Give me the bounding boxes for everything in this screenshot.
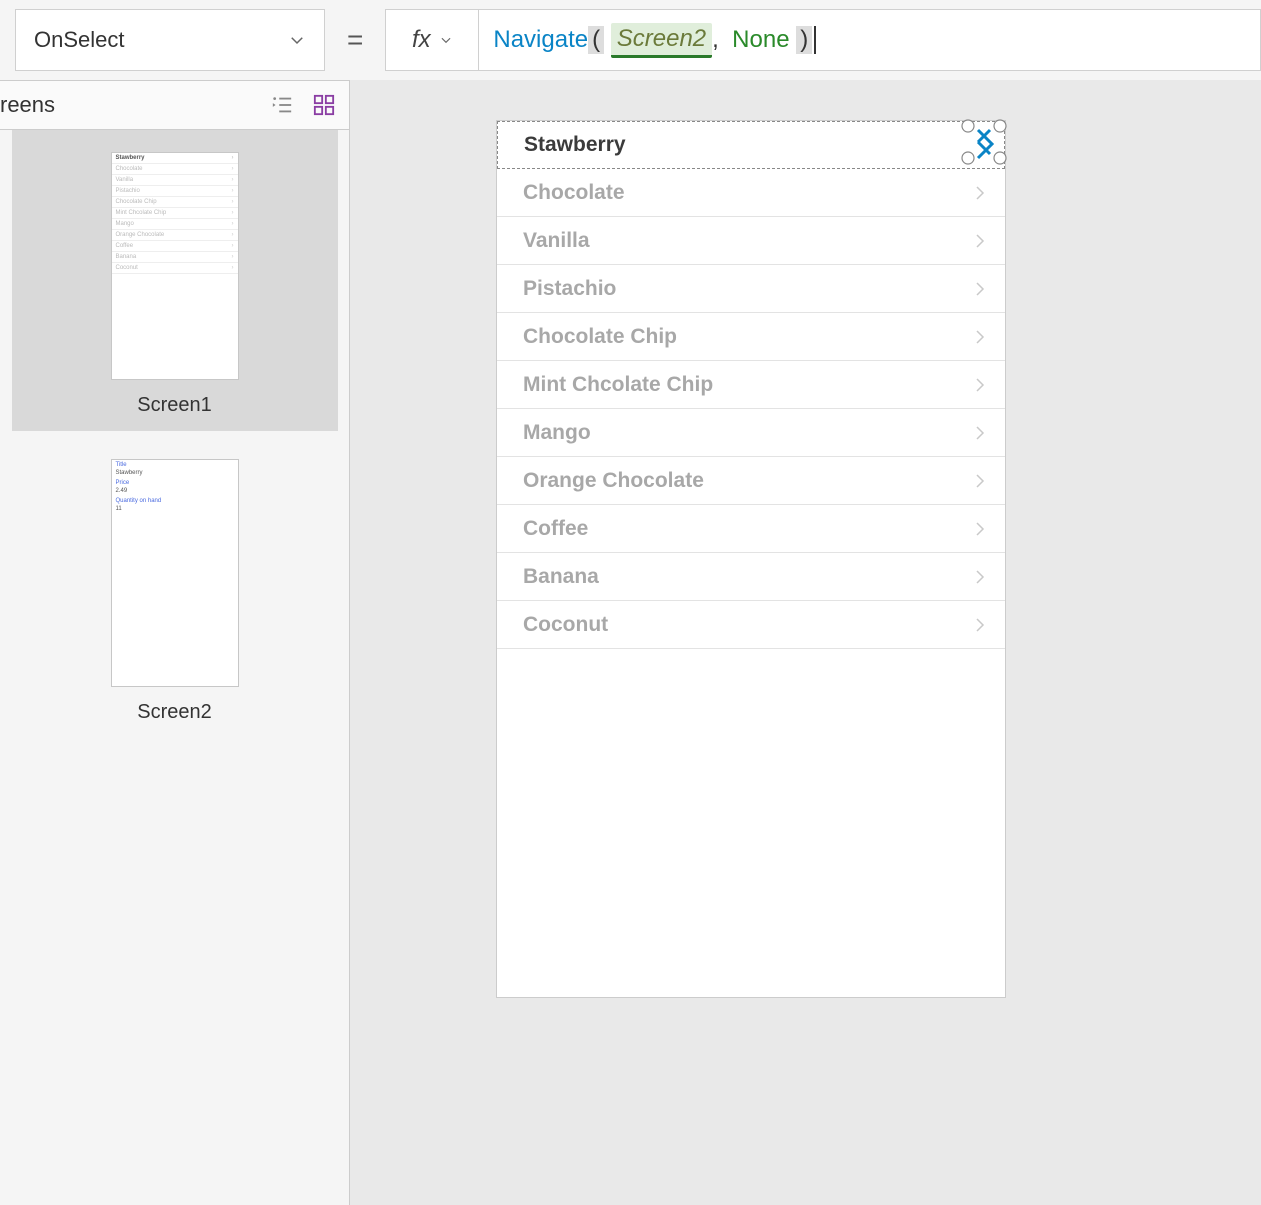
gallery-item-label: Coffee [523,517,588,541]
chevron-right-icon [971,568,989,586]
paren-close: ) [796,26,812,54]
gallery-item-label: Chocolate Chip [523,325,677,349]
gallery-item-label: Mint Chcolate Chip [523,373,713,397]
panel-title: reens [0,92,55,118]
gallery-item-label: Mango [523,421,591,445]
fx-label: fx [412,26,431,54]
gallery-item-label: Vanilla [523,229,590,253]
chevron-right-icon [971,376,989,394]
gallery-item-label: Orange Chocolate [523,469,704,493]
chevron-right-icon [971,616,989,634]
gallery-item[interactable]: Vanilla [497,217,1005,265]
chevron-down-icon [288,31,306,49]
screen-thumbnail-2[interactable]: Title Stawberry Price 2.49 Quantity on h… [12,437,338,738]
gallery-item[interactable]: Chocolate [497,169,1005,217]
gallery-item[interactable]: Orange Chocolate [497,457,1005,505]
gallery-item[interactable]: Mint Chcolate Chip [497,361,1005,409]
fx-button[interactable]: fx [385,9,479,71]
paren-open: ( [588,26,604,54]
chevron-right-icon [971,520,989,538]
gallery-item[interactable]: Chocolate Chip [497,313,1005,361]
tree-view-icon[interactable] [271,94,293,116]
screen-thumbnail-1[interactable]: Stawberry› Chocolate› Vanilla› Pistachio… [12,130,338,431]
canvas-area: Stawberry Chocolate Vanilla Pistachio Ch… [350,80,1261,1205]
formula-bar: OnSelect = fx Navigate ( Screen2 , None … [0,0,1261,80]
app-canvas[interactable]: Stawberry Chocolate Vanilla Pistachio Ch… [496,120,1006,998]
gallery-item[interactable]: Pistachio [497,265,1005,313]
thumbnail-label: Screen2 [12,701,338,724]
gallery-item-selected[interactable]: Stawberry [497,121,1005,169]
property-label: OnSelect [34,27,125,53]
selection-handles-icon [958,116,1010,168]
equals-label: = [347,24,363,56]
gallery-item-label: Stawberry [524,133,626,157]
gallery-control[interactable]: Stawberry Chocolate Vanilla Pistachio Ch… [497,121,1005,649]
formula-none: None [732,26,789,54]
formula-arg: Screen2 [611,23,712,58]
formula-input[interactable]: Navigate ( Screen2 , None ) [479,9,1261,71]
chevron-right-icon [971,424,989,442]
gallery-item[interactable]: Mango [497,409,1005,457]
chevron-right-icon [971,472,989,490]
gallery-item-label: Chocolate [523,181,625,205]
chevron-right-icon [971,280,989,298]
gallery-item-label: Banana [523,565,599,589]
gallery-item-label: Pistachio [523,277,616,301]
gallery-item[interactable]: Coffee [497,505,1005,553]
gallery-item[interactable]: Coconut [497,601,1005,649]
thumbnail-view-icon[interactable] [313,94,335,116]
panel-header: reens [0,80,349,130]
chevron-down-icon [439,33,453,47]
chevron-right-icon [971,328,989,346]
chevron-right-icon [971,232,989,250]
text-cursor [814,26,816,54]
gallery-item-label: Coconut [523,613,608,637]
thumbnail-label: Screen1 [12,394,338,417]
formula-comma: , [712,26,719,54]
property-dropdown[interactable]: OnSelect [15,9,325,71]
screens-panel: reens Stawberry› Chocolate› Vanilla› Pis… [0,80,350,1205]
gallery-item[interactable]: Banana [497,553,1005,601]
thumbnail-canvas: Title Stawberry Price 2.49 Quantity on h… [111,459,239,687]
thumbnail-canvas: Stawberry› Chocolate› Vanilla› Pistachio… [111,152,239,380]
chevron-right-icon [971,184,989,202]
formula-function: Navigate [493,26,588,54]
